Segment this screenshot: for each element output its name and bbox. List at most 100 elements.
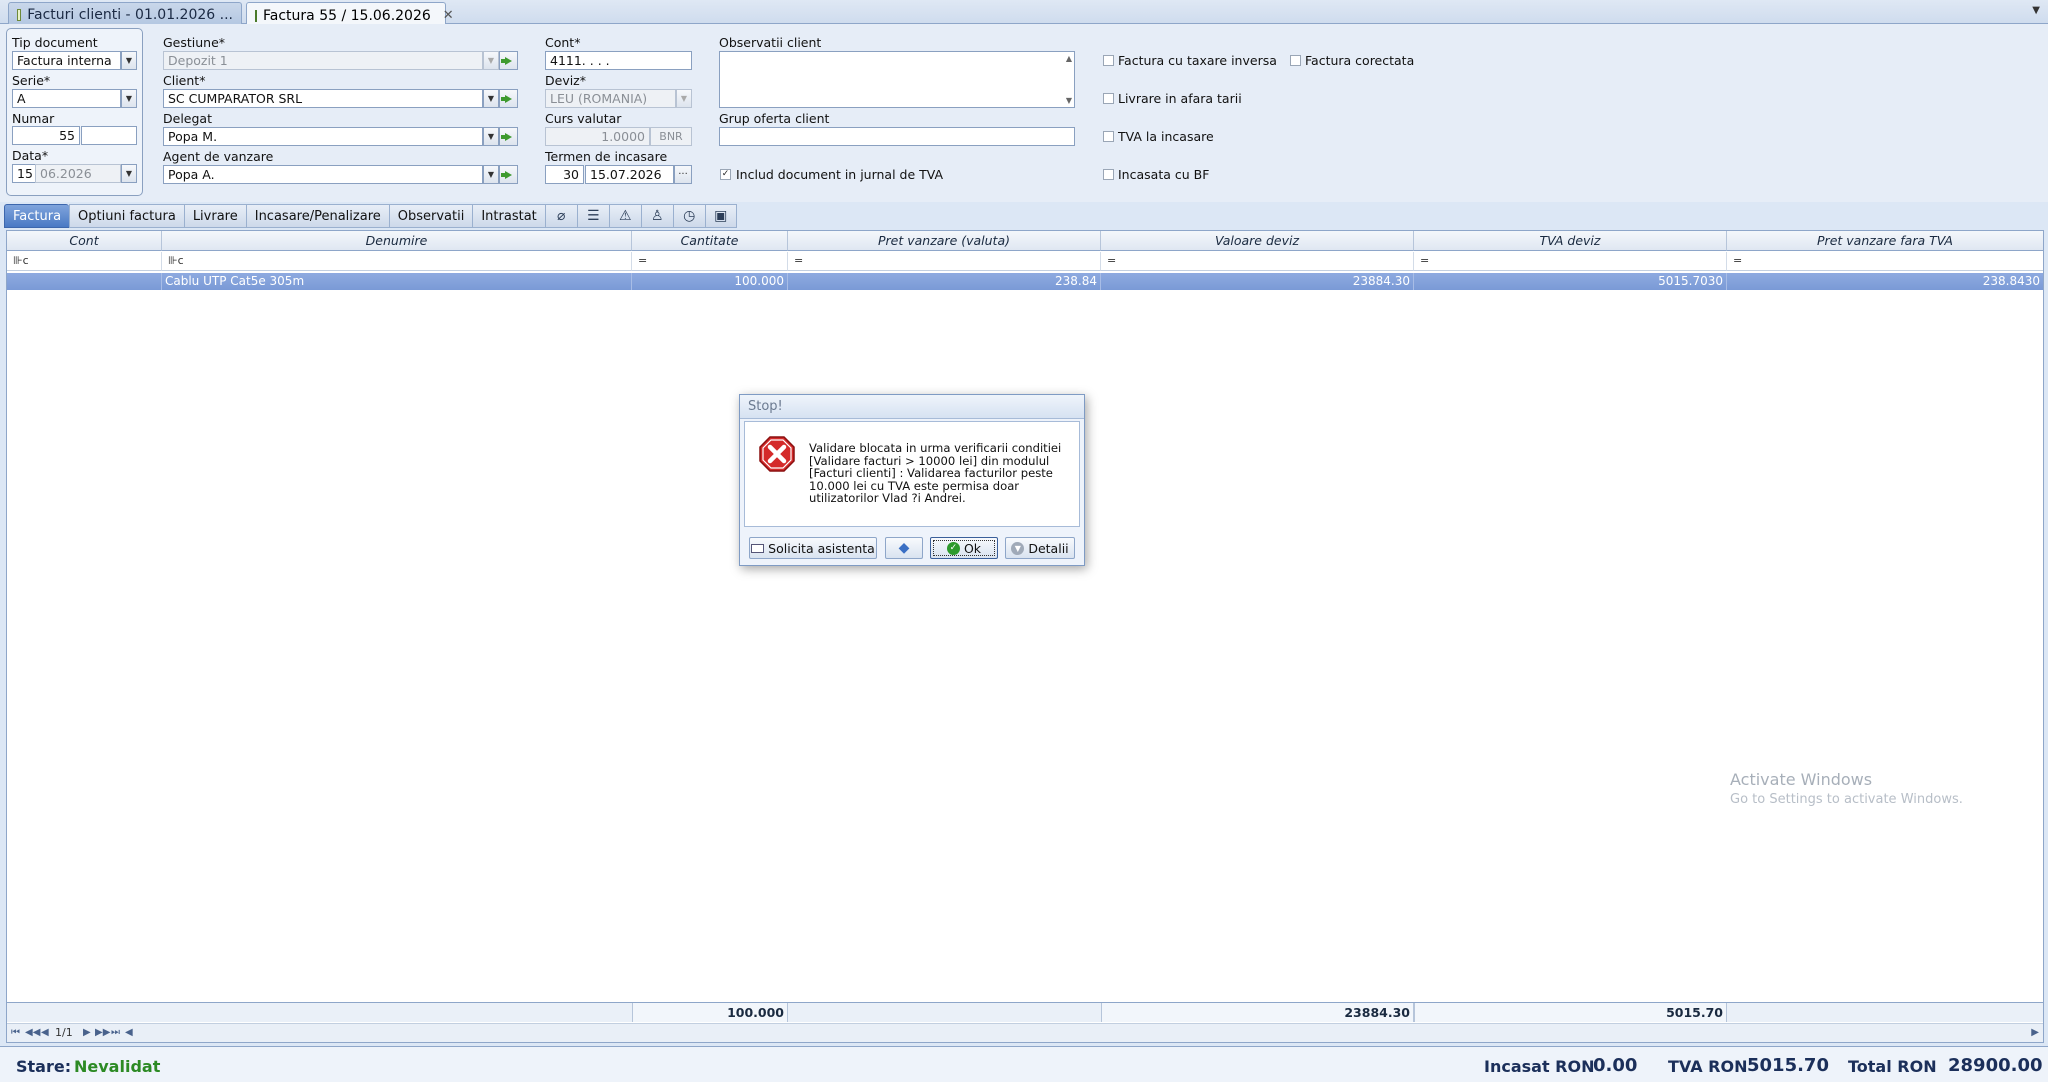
numar-suffix-input[interactable] xyxy=(81,126,137,145)
prev-page-fast-icon[interactable]: ◀◀ xyxy=(25,1024,40,1042)
notes-icon[interactable]: ▣ xyxy=(704,204,737,228)
tab-optiuni-factura[interactable]: Optiuni factura xyxy=(69,204,184,228)
solicita-asistenta-button[interactable]: Solicita asistenta xyxy=(749,537,877,559)
document-tab-strip: Facturi clienti - 01.01.2026 ... Factura… xyxy=(0,0,2048,25)
detalii-button[interactable]: ▼ Detalii xyxy=(1005,537,1075,559)
last-page-icon[interactable]: ⏭ xyxy=(111,1024,120,1042)
equals-icon: = xyxy=(1733,254,1743,267)
section-tabs: Factura Optiuni factura Livrare Incasare… xyxy=(4,204,737,228)
data-label: Data* xyxy=(12,148,49,163)
stamp-icon[interactable]: ♙ xyxy=(640,204,673,228)
chevron-down-icon[interactable]: ▼ xyxy=(483,165,499,184)
open-gestiune-button[interactable] xyxy=(499,51,518,70)
tab-factura[interactable]: Factura xyxy=(4,204,70,228)
serie-select[interactable]: A xyxy=(12,89,121,108)
filter-cantitate[interactable]: = xyxy=(632,252,788,271)
scroll-left-icon[interactable]: ◀ xyxy=(125,1024,133,1042)
next-page-fast-icon[interactable]: ▶▶ xyxy=(95,1024,110,1042)
grid-navigator: ⏮ ◀◀ ◀ 1/1 ▶ ▶▶ ⏭ ◀ ▶ xyxy=(7,1023,2043,1042)
scroll-down-icon[interactable]: ▼ xyxy=(1066,96,1072,105)
filter-pret[interactable]: = xyxy=(788,252,1101,271)
filter-denumire[interactable]: ⊪c xyxy=(162,252,632,271)
scroll-up-icon[interactable]: ▲ xyxy=(1066,54,1072,63)
chevron-down-icon[interactable]: ▼ xyxy=(483,89,499,108)
next-page-icon[interactable]: ▶ xyxy=(83,1024,91,1042)
column-header-tva-deviz[interactable]: TVA deviz xyxy=(1414,231,1727,251)
numar-input[interactable]: 55 xyxy=(12,126,80,145)
column-header-cont[interactable]: Cont xyxy=(7,231,162,251)
message-line: utilizatorilor Vlad ?i Andrei. xyxy=(809,491,966,506)
chevron-down-icon[interactable]: ▼ xyxy=(483,127,499,146)
mail-icon xyxy=(751,543,765,553)
client-select[interactable]: SC CUMPARATOR SRL xyxy=(163,89,483,108)
column-header-cantitate[interactable]: Cantitate xyxy=(632,231,788,251)
tva-incasare-checkbox[interactable] xyxy=(1103,131,1114,142)
filter-valoare[interactable]: = xyxy=(1101,252,1414,271)
termen-days-input[interactable]: 30 xyxy=(545,165,584,184)
cell-cantitate: 100.000 xyxy=(632,273,788,290)
termen-date-input[interactable]: 15.07.2026 xyxy=(585,165,674,184)
filter-tva[interactable]: = xyxy=(1414,252,1727,271)
data-month-year-input[interactable]: 06.2026 xyxy=(35,164,121,183)
open-agent-button[interactable] xyxy=(499,165,518,184)
error-icon xyxy=(759,436,795,472)
filter-pret-fara-tva[interactable]: = xyxy=(1727,252,2043,271)
tab-livrare[interactable]: Livrare xyxy=(183,204,246,228)
go-arrow-icon xyxy=(501,170,512,179)
filter-icon: ⊪c xyxy=(168,254,184,267)
open-client-button[interactable] xyxy=(499,89,518,108)
history-icon[interactable]: ◷ xyxy=(672,204,705,228)
chevron-down-icon[interactable]: ▼ xyxy=(121,89,137,108)
check-icon: ✓ xyxy=(946,541,960,555)
column-header-pret-fara-tva[interactable]: Pret vanzare fara TVA xyxy=(1727,231,2043,251)
open-delegat-button[interactable] xyxy=(499,127,518,146)
message-line: Validare blocata in urma verificarii con… xyxy=(809,441,1062,455)
scroll-right-icon[interactable]: ▶ xyxy=(2031,1024,2039,1042)
agent-select[interactable]: Popa A. xyxy=(163,165,483,184)
activation-watermark-subtitle: Go to Settings to activate Windows. xyxy=(1730,792,1963,807)
delegat-select[interactable]: Popa M. xyxy=(163,127,483,146)
table-row[interactable]: Cablu UTP Cat5e 305m 100.000 238.84 2388… xyxy=(7,273,2043,290)
tab-facturi-clienti[interactable]: Facturi clienti - 01.01.2026 ... xyxy=(8,2,242,24)
incasata-bf-checkbox[interactable] xyxy=(1103,169,1114,180)
curs-valutar-input[interactable]: 1.0000 xyxy=(545,127,650,146)
ellipsis-icon[interactable]: ··· xyxy=(674,165,692,184)
chevron-down-icon[interactable]: ▼ xyxy=(121,51,137,70)
tab-intrastat[interactable]: Intrastat xyxy=(472,204,545,228)
factura-corectata-checkbox[interactable] xyxy=(1290,55,1301,66)
warning-icon[interactable]: ⚠ xyxy=(608,204,641,228)
curs-source-button[interactable]: BNR xyxy=(650,127,692,146)
taxare-inversa-checkbox[interactable] xyxy=(1103,55,1114,66)
filter-cont[interactable]: ⊪c xyxy=(7,252,162,271)
tab-factura-55[interactable]: Factura 55 / 15.06.2026 ✕ xyxy=(246,2,454,25)
deviz-select[interactable]: LEU (ROMANIA) xyxy=(545,89,676,108)
cont-input[interactable]: 4111. . . . xyxy=(545,51,692,70)
tab-observatii[interactable]: Observatii xyxy=(388,204,473,228)
column-header-valoare-deviz[interactable]: Valoare deviz xyxy=(1101,231,1414,251)
gestiune-select[interactable]: Depozit 1 xyxy=(163,51,483,70)
column-header-denumire[interactable]: Denumire xyxy=(162,231,632,251)
livrare-afara-checkbox[interactable] xyxy=(1103,93,1114,104)
observatii-client-textarea[interactable]: ▲ ▼ xyxy=(719,51,1075,108)
tab-incasare-penalizare[interactable]: Incasare/Penalizare xyxy=(245,204,389,228)
first-page-icon[interactable]: ⏮ xyxy=(11,1024,20,1042)
data-day-input[interactable]: 15 xyxy=(12,164,36,183)
grup-oferta-input[interactable] xyxy=(719,127,1075,146)
column-header-pret-vanzare[interactable]: Pret vanzare (valuta) xyxy=(788,231,1101,251)
copy-message-button[interactable]: ◆ xyxy=(885,537,923,559)
document-edit-icon xyxy=(255,9,257,22)
prev-page-icon[interactable]: ◀ xyxy=(41,1024,49,1042)
ok-button[interactable]: ✓ Ok xyxy=(930,537,998,559)
attachment-icon[interactable]: ⌀ xyxy=(544,204,577,228)
grid-totals-row: 100.000 23884.30 5015.70 xyxy=(7,1002,2043,1022)
delegat-label: Delegat xyxy=(163,111,212,126)
jurnal-tva-checkbox[interactable]: ✓ xyxy=(720,169,731,180)
tip-document-select[interactable]: Factura interna xyxy=(12,51,121,70)
chevron-down-icon[interactable]: ▼ xyxy=(483,51,499,70)
close-icon[interactable]: ✕ xyxy=(443,8,454,23)
chevron-down-icon[interactable]: ▼ xyxy=(676,89,692,108)
tva-ron-value: 5015.70 xyxy=(1747,1055,1829,1076)
checklist-icon[interactable]: ☰ xyxy=(576,204,609,228)
chevron-down-icon[interactable]: ▼ xyxy=(2032,5,2040,16)
calendar-dropdown-icon[interactable]: ▼ xyxy=(121,164,137,183)
